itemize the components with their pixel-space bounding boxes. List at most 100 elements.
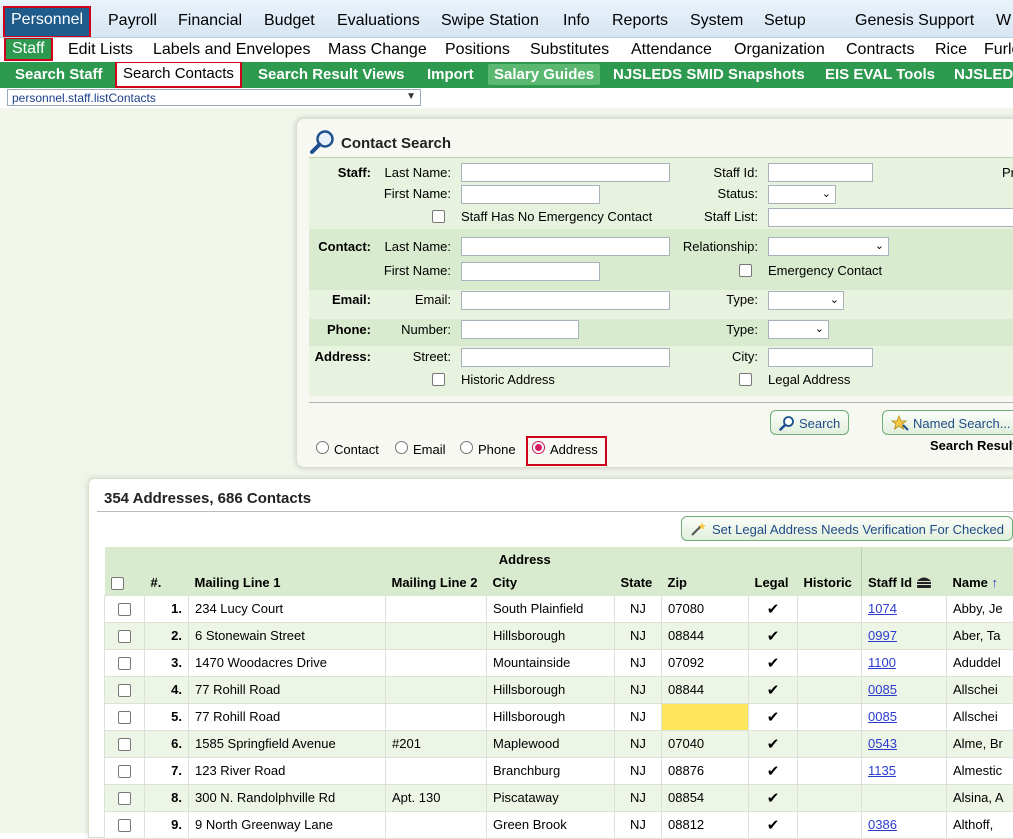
historic-address-checkbox[interactable] xyxy=(432,373,445,386)
table-row[interactable]: 2.6 Stonewain StreetHillsboroughNJ08844✔… xyxy=(105,622,1013,649)
row-checkbox[interactable] xyxy=(118,765,131,778)
table-row[interactable]: 9.9 North Greenway LaneGreen BrookNJ0881… xyxy=(105,811,1013,838)
col-mailing-line-1[interactable]: Mailing Line 1 xyxy=(189,571,386,595)
staff-id-link[interactable]: 1135 xyxy=(868,763,896,778)
subnav-positions[interactable]: Positions xyxy=(445,41,510,59)
staff-no-emergency-checkbox[interactable] xyxy=(432,210,445,223)
tab-search-staff[interactable]: Search Staff xyxy=(15,66,103,83)
staff-id-link[interactable]: 0085 xyxy=(868,682,897,697)
nav-setup[interactable]: Setup xyxy=(764,12,806,30)
phone-type-select[interactable]: ⌄ xyxy=(768,320,829,339)
nav-financial[interactable]: Financial xyxy=(178,12,242,30)
phone-number-input[interactable] xyxy=(461,320,579,339)
row-checkbox[interactable] xyxy=(118,711,131,724)
set-legal-verification-button[interactable]: Set Legal Address Needs Verification For… xyxy=(681,516,1013,541)
search-button[interactable]: Search xyxy=(770,410,849,435)
staff-first-name-input[interactable] xyxy=(461,185,600,204)
table-row[interactable]: 6.1585 Springfield Avenue#201MaplewoodNJ… xyxy=(105,730,1013,757)
named-search-button[interactable]: Named Search... xyxy=(882,410,1013,435)
emergency-contact-checkbox[interactable] xyxy=(739,264,752,277)
legal-address-checkbox[interactable] xyxy=(739,373,752,386)
staff-id-link[interactable]: 0997 xyxy=(868,628,897,643)
tab-search-contacts[interactable]: Search Contacts xyxy=(117,63,240,86)
subnav-furlo[interactable]: Furlo xyxy=(984,41,1013,59)
table-row[interactable]: 8.300 N. Randolphville RdApt. 130Piscata… xyxy=(105,784,1013,811)
row-checkbox[interactable] xyxy=(118,684,131,697)
tab-search-result-views[interactable]: Search Result Views xyxy=(258,66,404,83)
col-number[interactable]: #. xyxy=(145,571,189,595)
subnav-mass-change[interactable]: Mass Change xyxy=(328,41,427,59)
nav-personnel[interactable]: Personnel xyxy=(5,8,89,36)
email-type-select[interactable]: ⌄ xyxy=(768,291,844,310)
radio-email[interactable] xyxy=(395,441,408,454)
subnav-contracts[interactable]: Contracts xyxy=(846,41,914,59)
status-select[interactable]: ⌄ xyxy=(768,185,836,204)
row-checkbox[interactable] xyxy=(118,738,131,751)
col-city[interactable]: City xyxy=(487,571,615,595)
subnav-labels-envelopes[interactable]: Labels and Envelopes xyxy=(153,41,310,59)
table-row[interactable]: 3.1470 Woodacres DriveMountainsideNJ0709… xyxy=(105,649,1013,676)
col-name[interactable]: Name ↑ xyxy=(947,571,1013,595)
tab-import[interactable]: Import xyxy=(427,66,474,83)
tab-eis-eval-tools[interactable]: EIS EVAL Tools xyxy=(825,66,935,83)
col-legal[interactable]: Legal xyxy=(749,571,798,595)
col-staff-id[interactable]: Staff Id xyxy=(862,571,947,595)
col-historic[interactable]: Historic xyxy=(798,571,862,595)
tab-njsled[interactable]: NJSLED xyxy=(954,66,1013,83)
staff-id-link[interactable]: 0386 xyxy=(868,817,897,832)
subnav-substitutes[interactable]: Substitutes xyxy=(530,41,609,59)
route-select[interactable]: personnel.staff.listContacts ▼ xyxy=(7,89,421,106)
subnav-staff[interactable]: Staff xyxy=(6,39,51,59)
tab-salary-guides[interactable]: Salary Guides xyxy=(488,64,600,85)
table-row[interactable]: 4.77 Rohill RoadHillsboroughNJ08844✔0085… xyxy=(105,676,1013,703)
email-input[interactable] xyxy=(461,291,670,310)
street-input[interactable] xyxy=(461,348,670,367)
col-mailing-line-2[interactable]: Mailing Line 2 xyxy=(386,571,487,595)
nav-evaluations[interactable]: Evaluations xyxy=(337,12,420,30)
table-row[interactable]: 7.123 River RoadBranchburgNJ08876✔1135Al… xyxy=(105,757,1013,784)
staff-last-name-input[interactable] xyxy=(461,163,670,182)
staff-id-input[interactable] xyxy=(768,163,873,182)
col-zip[interactable]: Zip xyxy=(662,571,749,595)
row-number: 9. xyxy=(145,811,189,838)
staff-id-link[interactable]: 1074 xyxy=(868,601,897,616)
nav-genesis-support[interactable]: Genesis Support xyxy=(855,12,974,30)
select-all-checkbox[interactable] xyxy=(111,577,124,590)
nav-w[interactable]: W xyxy=(996,12,1011,30)
table-row[interactable]: 1.234 Lucy CourtSouth PlainfieldNJ07080✔… xyxy=(105,595,1013,622)
row-checkbox[interactable] xyxy=(118,819,131,832)
table-row[interactable]: 5.77 Rohill RoadHillsboroughNJ✔0085Allsc… xyxy=(105,703,1013,730)
row-checkbox[interactable] xyxy=(118,657,131,670)
radio-contact[interactable] xyxy=(316,441,329,454)
nav-budget[interactable]: Budget xyxy=(264,12,315,30)
city-input[interactable] xyxy=(768,348,873,367)
contact-first-name-input[interactable] xyxy=(461,262,600,281)
nav-swipe-station[interactable]: Swipe Station xyxy=(441,12,539,30)
subnav-rice[interactable]: Rice xyxy=(935,41,967,59)
row-checkbox-cell xyxy=(105,703,145,730)
tab-njsleds-smid[interactable]: NJSLEDS SMID Snapshots xyxy=(613,66,805,83)
staff-id-link[interactable]: 0085 xyxy=(868,709,897,724)
nav-info[interactable]: Info xyxy=(563,12,590,30)
radio-phone[interactable] xyxy=(460,441,473,454)
contact-search-panel: Contact Search Staff: Last Name: First N… xyxy=(296,118,1013,468)
contact-last-name-input[interactable] xyxy=(461,237,670,256)
subnav-edit-lists[interactable]: Edit Lists xyxy=(68,41,133,59)
row-state: NJ xyxy=(615,595,662,622)
subnav-organization[interactable]: Organization xyxy=(734,41,825,59)
subnav-attendance[interactable]: Attendance xyxy=(631,41,712,59)
row-historic xyxy=(798,622,862,649)
row-mailing-line-1: 1585 Springfield Avenue xyxy=(189,730,386,757)
relationship-select[interactable]: ⌄ xyxy=(768,237,889,256)
staff-id-link[interactable]: 1100 xyxy=(868,655,896,670)
staff-id-link[interactable]: 0543 xyxy=(868,736,897,751)
row-checkbox[interactable] xyxy=(118,792,131,805)
nav-system[interactable]: System xyxy=(690,12,743,30)
row-checkbox[interactable] xyxy=(118,603,131,616)
wand-icon xyxy=(690,521,706,540)
nav-reports[interactable]: Reports xyxy=(612,12,668,30)
col-state[interactable]: State xyxy=(615,571,662,595)
row-checkbox[interactable] xyxy=(118,630,131,643)
nav-payroll[interactable]: Payroll xyxy=(108,12,157,30)
staff-list-input[interactable] xyxy=(768,208,1013,227)
